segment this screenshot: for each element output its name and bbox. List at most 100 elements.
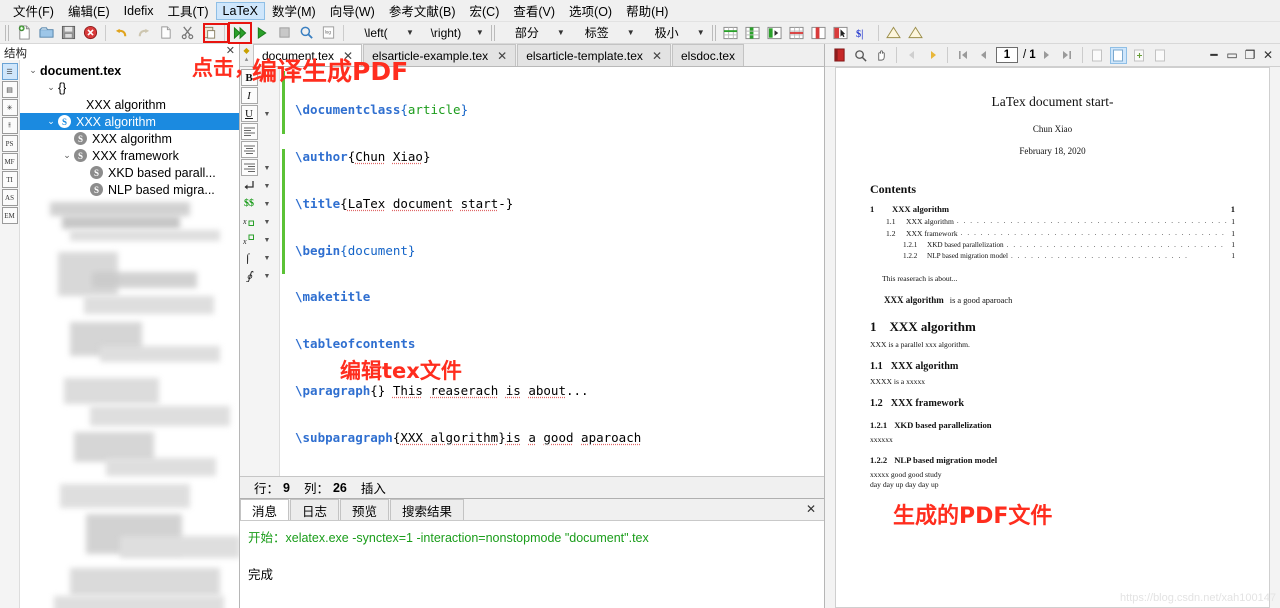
previous-page-icon[interactable] xyxy=(975,47,992,64)
symbols-icon[interactable]: ✳ xyxy=(1,99,18,116)
menu-view[interactable]: 查看(V) xyxy=(506,0,562,22)
chevron-down-icon[interactable]: ▼ xyxy=(264,111,271,118)
menu-file[interactable]: 文件(F) xyxy=(6,0,61,22)
open-file-icon[interactable] xyxy=(36,24,56,42)
tree-item-xkd-parallelization[interactable]: S XKD based parall... xyxy=(20,164,239,181)
tree-item-subsection-xxx-algorithm[interactable]: S XXX algorithm xyxy=(20,130,239,147)
page-number-input[interactable]: 1 xyxy=(996,47,1018,63)
undo-icon[interactable] xyxy=(111,24,131,42)
structure-view-icon[interactable]: ☰ xyxy=(1,63,18,80)
chevron-down-icon[interactable]: ⌄ xyxy=(44,116,58,127)
back-icon[interactable] xyxy=(903,47,920,64)
restore-icon[interactable]: ▭ xyxy=(1224,48,1240,62)
table-select-icon[interactable] xyxy=(831,24,851,42)
new-file-icon[interactable] xyxy=(14,24,34,42)
toolbar-grip-3[interactable] xyxy=(711,24,717,41)
menu-edit[interactable]: 编辑(E) xyxy=(61,0,117,22)
em-icon[interactable]: EM xyxy=(1,207,18,224)
message-tab-messages[interactable]: 消息 xyxy=(240,499,290,520)
close-document-icon[interactable] xyxy=(80,24,100,42)
chevron-down-icon[interactable]: ▼ xyxy=(264,237,271,244)
message-tab-preview[interactable]: 预览 xyxy=(340,499,390,520)
redo-icon[interactable] xyxy=(133,24,153,42)
close-icon[interactable]: ✕ xyxy=(1260,48,1276,62)
fit-width-icon[interactable] xyxy=(1109,46,1127,64)
menu-latex[interactable]: LaTeX xyxy=(215,1,265,20)
maximize-icon[interactable]: ❐ xyxy=(1242,48,1258,62)
label-combo[interactable]: 标签 ▼ xyxy=(571,24,637,42)
chevron-down-icon[interactable]: ▼ xyxy=(264,165,271,172)
menu-help[interactable]: 帮助(H) xyxy=(619,0,675,22)
menu-bibliography[interactable]: 参考文献(B) xyxy=(382,0,463,22)
chevron-down-icon[interactable]: ▼ xyxy=(264,219,271,226)
chevron-down-icon[interactable]: ⌄ xyxy=(26,65,40,76)
mp-icon[interactable]: MF xyxy=(1,153,18,170)
chevron-down-icon[interactable]: ▼ xyxy=(264,183,271,190)
view-icon[interactable] xyxy=(296,24,316,42)
quick-build-icon[interactable] xyxy=(228,21,252,44)
forward-icon[interactable] xyxy=(924,47,941,64)
align-right-button[interactable] xyxy=(240,159,258,176)
pdf-icon[interactable] xyxy=(831,47,848,64)
ti-icon[interactable]: TI xyxy=(1,171,18,188)
left-delimiter-combo[interactable]: \left( ▼ xyxy=(350,24,416,42)
close-icon[interactable]: ✕ xyxy=(652,49,662,63)
chevron-down-icon[interactable]: ▼ xyxy=(264,273,271,280)
log-icon[interactable]: log xyxy=(318,24,338,42)
warning-next-icon[interactable] xyxy=(906,24,926,42)
warning-icon[interactable] xyxy=(884,24,904,42)
tree-item-section-xxx-algorithm[interactable]: ⌄ S XXX algorithm xyxy=(20,113,239,130)
cut-icon[interactable] xyxy=(177,24,197,42)
run-icon[interactable] xyxy=(252,24,272,42)
superscript-button[interactable]: x xyxy=(241,231,258,248)
toolbar-grip[interactable] xyxy=(5,24,10,41)
newline-button[interactable] xyxy=(241,177,258,194)
code-editor[interactable]: \documentclass{article} \author{Chun Xia… xyxy=(290,67,824,476)
integral-limits-button[interactable]: ∮ xyxy=(241,267,258,284)
chevron-down-icon[interactable]: ▼ xyxy=(264,255,271,262)
subscript-button[interactable]: x xyxy=(241,213,258,230)
align-center-button[interactable] xyxy=(240,141,258,158)
stop-icon[interactable] xyxy=(274,24,294,42)
italic-button[interactable]: I xyxy=(240,87,258,104)
bib-icon[interactable]: ⫲ xyxy=(1,117,18,134)
status-insert-mode[interactable]: 插入 xyxy=(361,478,386,497)
table-insert-row-icon[interactable] xyxy=(721,24,741,42)
minimize-icon[interactable]: ━ xyxy=(1206,48,1222,62)
table-delete-column-icon[interactable] xyxy=(809,24,829,42)
editor-tab-elsdoc[interactable]: elsdoc.tex xyxy=(672,44,745,66)
menu-math[interactable]: 数学(M) xyxy=(265,0,323,22)
menu-tools[interactable]: 工具(T) xyxy=(161,0,216,22)
size-combo[interactable]: 极小 ▼ xyxy=(641,24,707,42)
copy-icon[interactable] xyxy=(155,24,175,42)
integral-button[interactable]: ∫ xyxy=(241,249,258,266)
zoom-out-icon[interactable] xyxy=(1152,47,1169,64)
tree-item-subsection-xxx-framework[interactable]: ⌄ S XXX framework xyxy=(20,147,239,164)
menu-idefix[interactable]: Idefix xyxy=(117,2,161,20)
table-delete-row-icon[interactable] xyxy=(787,24,807,42)
first-page-icon[interactable] xyxy=(954,47,971,64)
hand-tool-icon[interactable] xyxy=(873,47,890,64)
right-delimiter-combo[interactable]: \right) ▼ xyxy=(420,24,486,42)
chevron-down-icon[interactable]: ▼ xyxy=(264,201,271,208)
table-format-icon[interactable]: $| xyxy=(853,24,873,42)
fit-page-icon[interactable] xyxy=(1089,47,1106,64)
menu-wizard[interactable]: 向导(W) xyxy=(323,0,382,22)
menu-options[interactable]: 选项(O) xyxy=(562,0,619,22)
toolbar-grip-2[interactable] xyxy=(490,24,496,41)
as-icon[interactable]: AS xyxy=(1,189,18,206)
zoom-in-icon[interactable] xyxy=(1131,47,1148,64)
chevron-down-icon[interactable]: ⌄ xyxy=(44,82,58,93)
menu-macros[interactable]: 宏(C) xyxy=(463,0,507,22)
next-page-icon[interactable] xyxy=(1038,47,1055,64)
editor-tab-elsarticle-template[interactable]: elsarticle-template.tex ✕ xyxy=(517,44,671,66)
section-combo[interactable]: 部分 ▼ xyxy=(501,24,567,42)
table-cell-icon[interactable] xyxy=(765,24,785,42)
zoom-icon[interactable] xyxy=(852,47,869,64)
math-mode-button[interactable]: $$ xyxy=(241,195,258,212)
table-insert-column-icon[interactable] xyxy=(743,24,763,42)
paste-icon[interactable] xyxy=(199,24,219,42)
save-icon[interactable] xyxy=(58,24,78,42)
page-icon[interactable]: ▤ xyxy=(1,81,18,98)
underline-button[interactable]: U xyxy=(240,105,258,122)
